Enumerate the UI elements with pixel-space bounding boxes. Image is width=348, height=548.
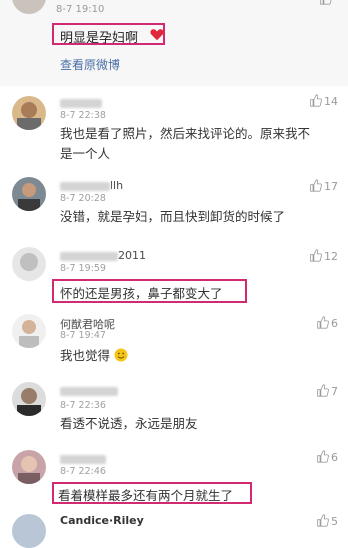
like-count[interactable] bbox=[319, 0, 334, 6]
avatar[interactable] bbox=[12, 514, 46, 548]
user-name[interactable] bbox=[60, 452, 106, 465]
avatar[interactable] bbox=[12, 0, 46, 14]
comment-time: 8-7 22:36 bbox=[60, 400, 106, 411]
avatar[interactable] bbox=[12, 247, 46, 281]
thumbs-up-icon bbox=[310, 179, 322, 192]
user-name[interactable]: 2011 bbox=[60, 249, 146, 262]
smile-emoji-icon bbox=[114, 348, 128, 362]
comment-text: 没错，就是孕妇，而且快到卸货的时候了 bbox=[60, 209, 286, 224]
original-post-area: 8-7 19:10 明显是孕妇啊 查看原微博 bbox=[0, 0, 348, 86]
comment-text: 我也是看了照片，然后来找评论的。原来我不 是一个人 bbox=[60, 126, 311, 161]
comment-time: 8-7 20:28 bbox=[60, 193, 106, 204]
like-button[interactable]: 6 bbox=[316, 450, 338, 464]
comment-time: 8-7 19:59 bbox=[60, 263, 106, 274]
highlighted-comment-text: 明显是孕妇啊 bbox=[52, 23, 165, 46]
thumbs-up-icon bbox=[310, 94, 322, 107]
avatar[interactable] bbox=[12, 177, 46, 211]
thumbs-up-icon bbox=[310, 249, 322, 262]
avatar[interactable] bbox=[12, 450, 46, 484]
like-button[interactable]: 17 bbox=[309, 179, 338, 193]
user-name[interactable] bbox=[60, 384, 118, 397]
like-button[interactable]: 6 bbox=[316, 316, 338, 330]
like-button[interactable]: 14 bbox=[309, 94, 338, 108]
thumbs-up-icon bbox=[317, 384, 329, 397]
comment-time: 8-7 22:46 bbox=[60, 466, 106, 477]
comment-time: 8-7 19:10 bbox=[56, 4, 105, 15]
comment-text: 看透不说透，永远是朋友 bbox=[60, 416, 198, 431]
user-name[interactable]: Candice·Riley bbox=[60, 514, 144, 527]
comment-time: 8-7 19:47 bbox=[60, 330, 106, 341]
avatar[interactable] bbox=[12, 314, 46, 348]
comment-time: 8-7 22:38 bbox=[60, 110, 106, 121]
user-name[interactable] bbox=[60, 96, 102, 109]
heart-icon bbox=[150, 29, 164, 41]
highlighted-comment-text: 看着模样最多还有两个月就生了 bbox=[52, 482, 252, 504]
thumbs-up-icon bbox=[317, 450, 329, 463]
user-name[interactable]: llh bbox=[60, 179, 123, 192]
highlighted-comment-text: 怀的还是男孩，鼻子都变大了 bbox=[52, 279, 247, 303]
avatar[interactable] bbox=[12, 96, 46, 130]
thumbs-up-icon bbox=[320, 0, 332, 5]
thumbs-up-icon bbox=[317, 316, 329, 329]
view-original-link[interactable]: 查看原微博 bbox=[60, 56, 120, 73]
avatar[interactable] bbox=[12, 382, 46, 416]
thumbs-up-icon bbox=[317, 514, 329, 527]
like-button[interactable]: 7 bbox=[316, 384, 338, 398]
comment-text: 我也觉得 bbox=[60, 346, 128, 366]
like-button[interactable]: 12 bbox=[309, 249, 338, 263]
like-button[interactable]: 5 bbox=[316, 514, 338, 528]
